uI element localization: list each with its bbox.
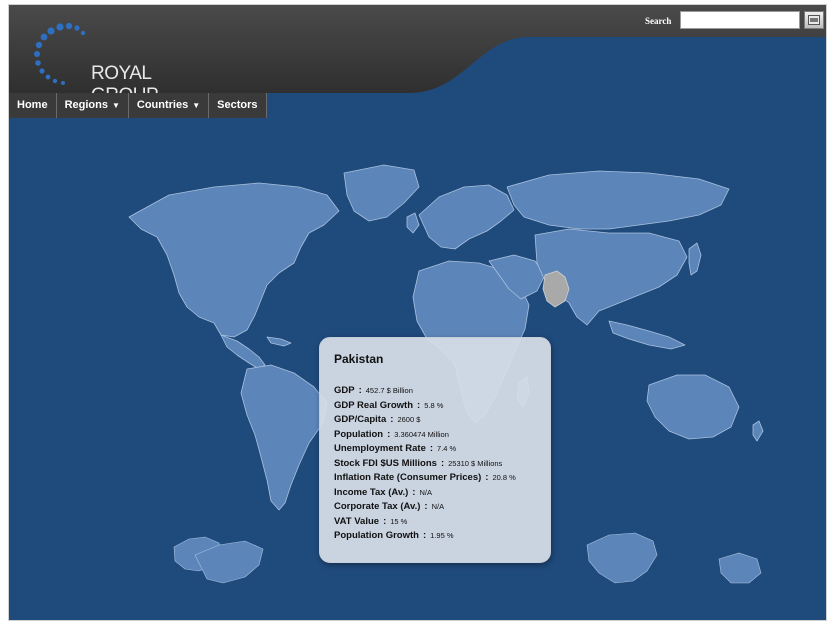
info-label: Population Growth bbox=[334, 530, 419, 541]
info-row-stock-fdi: Stock FDI $US Millions:25310 $ Millions bbox=[334, 457, 503, 469]
search-go-icon bbox=[808, 15, 820, 25]
southeast-asia bbox=[608, 320, 686, 350]
main-nav: Home Regions ▼ Countries ▼ Sectors bbox=[9, 93, 267, 118]
south-america bbox=[240, 364, 328, 511]
north-america bbox=[128, 182, 340, 338]
info-value: 3.360474 Million bbox=[394, 429, 449, 439]
nav-countries-label: Countries bbox=[136, 99, 189, 111]
info-value: 5.8 % bbox=[424, 400, 444, 410]
info-row-gdp: GDP:452.7 $ Billion bbox=[334, 385, 413, 396]
info-value: 15 % bbox=[390, 516, 408, 526]
info-value: N/A bbox=[431, 502, 445, 511]
info-value: N/A bbox=[419, 487, 432, 497]
info-value: 25310 $ Millions bbox=[448, 458, 503, 468]
nav-home-label: Home bbox=[17, 99, 48, 111]
search-button[interactable] bbox=[804, 11, 824, 29]
europe bbox=[418, 184, 515, 250]
thumbnail-oceania bbox=[718, 552, 762, 584]
info-label: Inflation Rate (Consumer Prices) bbox=[334, 472, 482, 483]
info-value: 1.95 % bbox=[430, 531, 454, 540]
nav-sectors[interactable]: Sectors bbox=[209, 93, 267, 118]
info-label: GDP Real Growth bbox=[334, 399, 414, 411]
info-row-population: Population:3.360474 Million bbox=[334, 428, 449, 440]
nav-countries[interactable]: Countries ▼ bbox=[129, 93, 210, 118]
search-input[interactable] bbox=[680, 11, 800, 29]
info-label: Unemployment Rate bbox=[334, 443, 426, 454]
info-row-vat: VAT Value:15 % bbox=[334, 515, 408, 527]
info-row-gdp-real-growth: GDP Real Growth:5.8 % bbox=[334, 399, 444, 411]
logo-dots-icon bbox=[34, 22, 86, 85]
info-value: 452.7 $ Billion bbox=[365, 386, 413, 395]
nav-home[interactable]: Home bbox=[9, 93, 57, 118]
info-row-income-tax: Income Tax (Av.): N/A bbox=[334, 486, 432, 498]
thumbnail-north-america bbox=[586, 532, 658, 584]
info-label: GDP bbox=[334, 385, 355, 396]
nav-regions[interactable]: Regions ▼ bbox=[57, 93, 129, 118]
info-value: 20.8 % bbox=[492, 473, 516, 482]
caret-down-icon: ▼ bbox=[111, 101, 120, 110]
russia bbox=[506, 170, 730, 230]
info-label: Population bbox=[334, 428, 384, 440]
greenland bbox=[343, 164, 420, 222]
info-row-inflation: Inflation Rate (Consumer Prices):20.8 % bbox=[334, 472, 516, 483]
info-row-population-growth: Population Growth:1.95 % bbox=[334, 530, 454, 541]
info-value: 7.4 % bbox=[437, 444, 457, 453]
info-value: 2600 $ bbox=[397, 415, 421, 424]
new-zealand bbox=[752, 420, 764, 442]
info-label: Corporate Tax (Av.) bbox=[334, 501, 421, 512]
japan bbox=[688, 242, 702, 276]
nav-sectors-label: Sectors bbox=[217, 99, 258, 111]
royal-group-logo[interactable]: ROYAL GROUP bbox=[31, 21, 221, 106]
uk bbox=[406, 212, 420, 234]
info-label: Income Tax (Av.) bbox=[334, 486, 409, 498]
info-row-corporate-tax: Corporate Tax (Av.): N/A bbox=[334, 501, 445, 512]
australia bbox=[646, 374, 740, 440]
app-window: ROYAL GROUP Search Home Regions▼ Countri… bbox=[8, 4, 827, 621]
nav-regions-label: Regions bbox=[64, 99, 108, 111]
info-label: VAT Value bbox=[334, 515, 380, 527]
central-america bbox=[220, 334, 266, 370]
info-label: GDP/Capita bbox=[334, 414, 387, 425]
header: ROYAL GROUP Search Home Regions▼ Countri… bbox=[9, 5, 826, 125]
info-row-gdp-capita: GDP/Capita:2600 $ bbox=[334, 414, 421, 425]
country-title: Pakistan bbox=[334, 352, 384, 366]
country-info-panel: Pakistan GDP:452.7 $ Billion GDP Real Gr… bbox=[319, 337, 551, 563]
caret-down-icon: ▼ bbox=[192, 101, 201, 110]
caribbean bbox=[266, 336, 292, 347]
info-row-unemployment: Unemployment Rate:7.4 % bbox=[334, 443, 457, 454]
search-label: Search bbox=[645, 16, 672, 26]
info-label: Stock FDI $US Millions bbox=[334, 457, 437, 469]
